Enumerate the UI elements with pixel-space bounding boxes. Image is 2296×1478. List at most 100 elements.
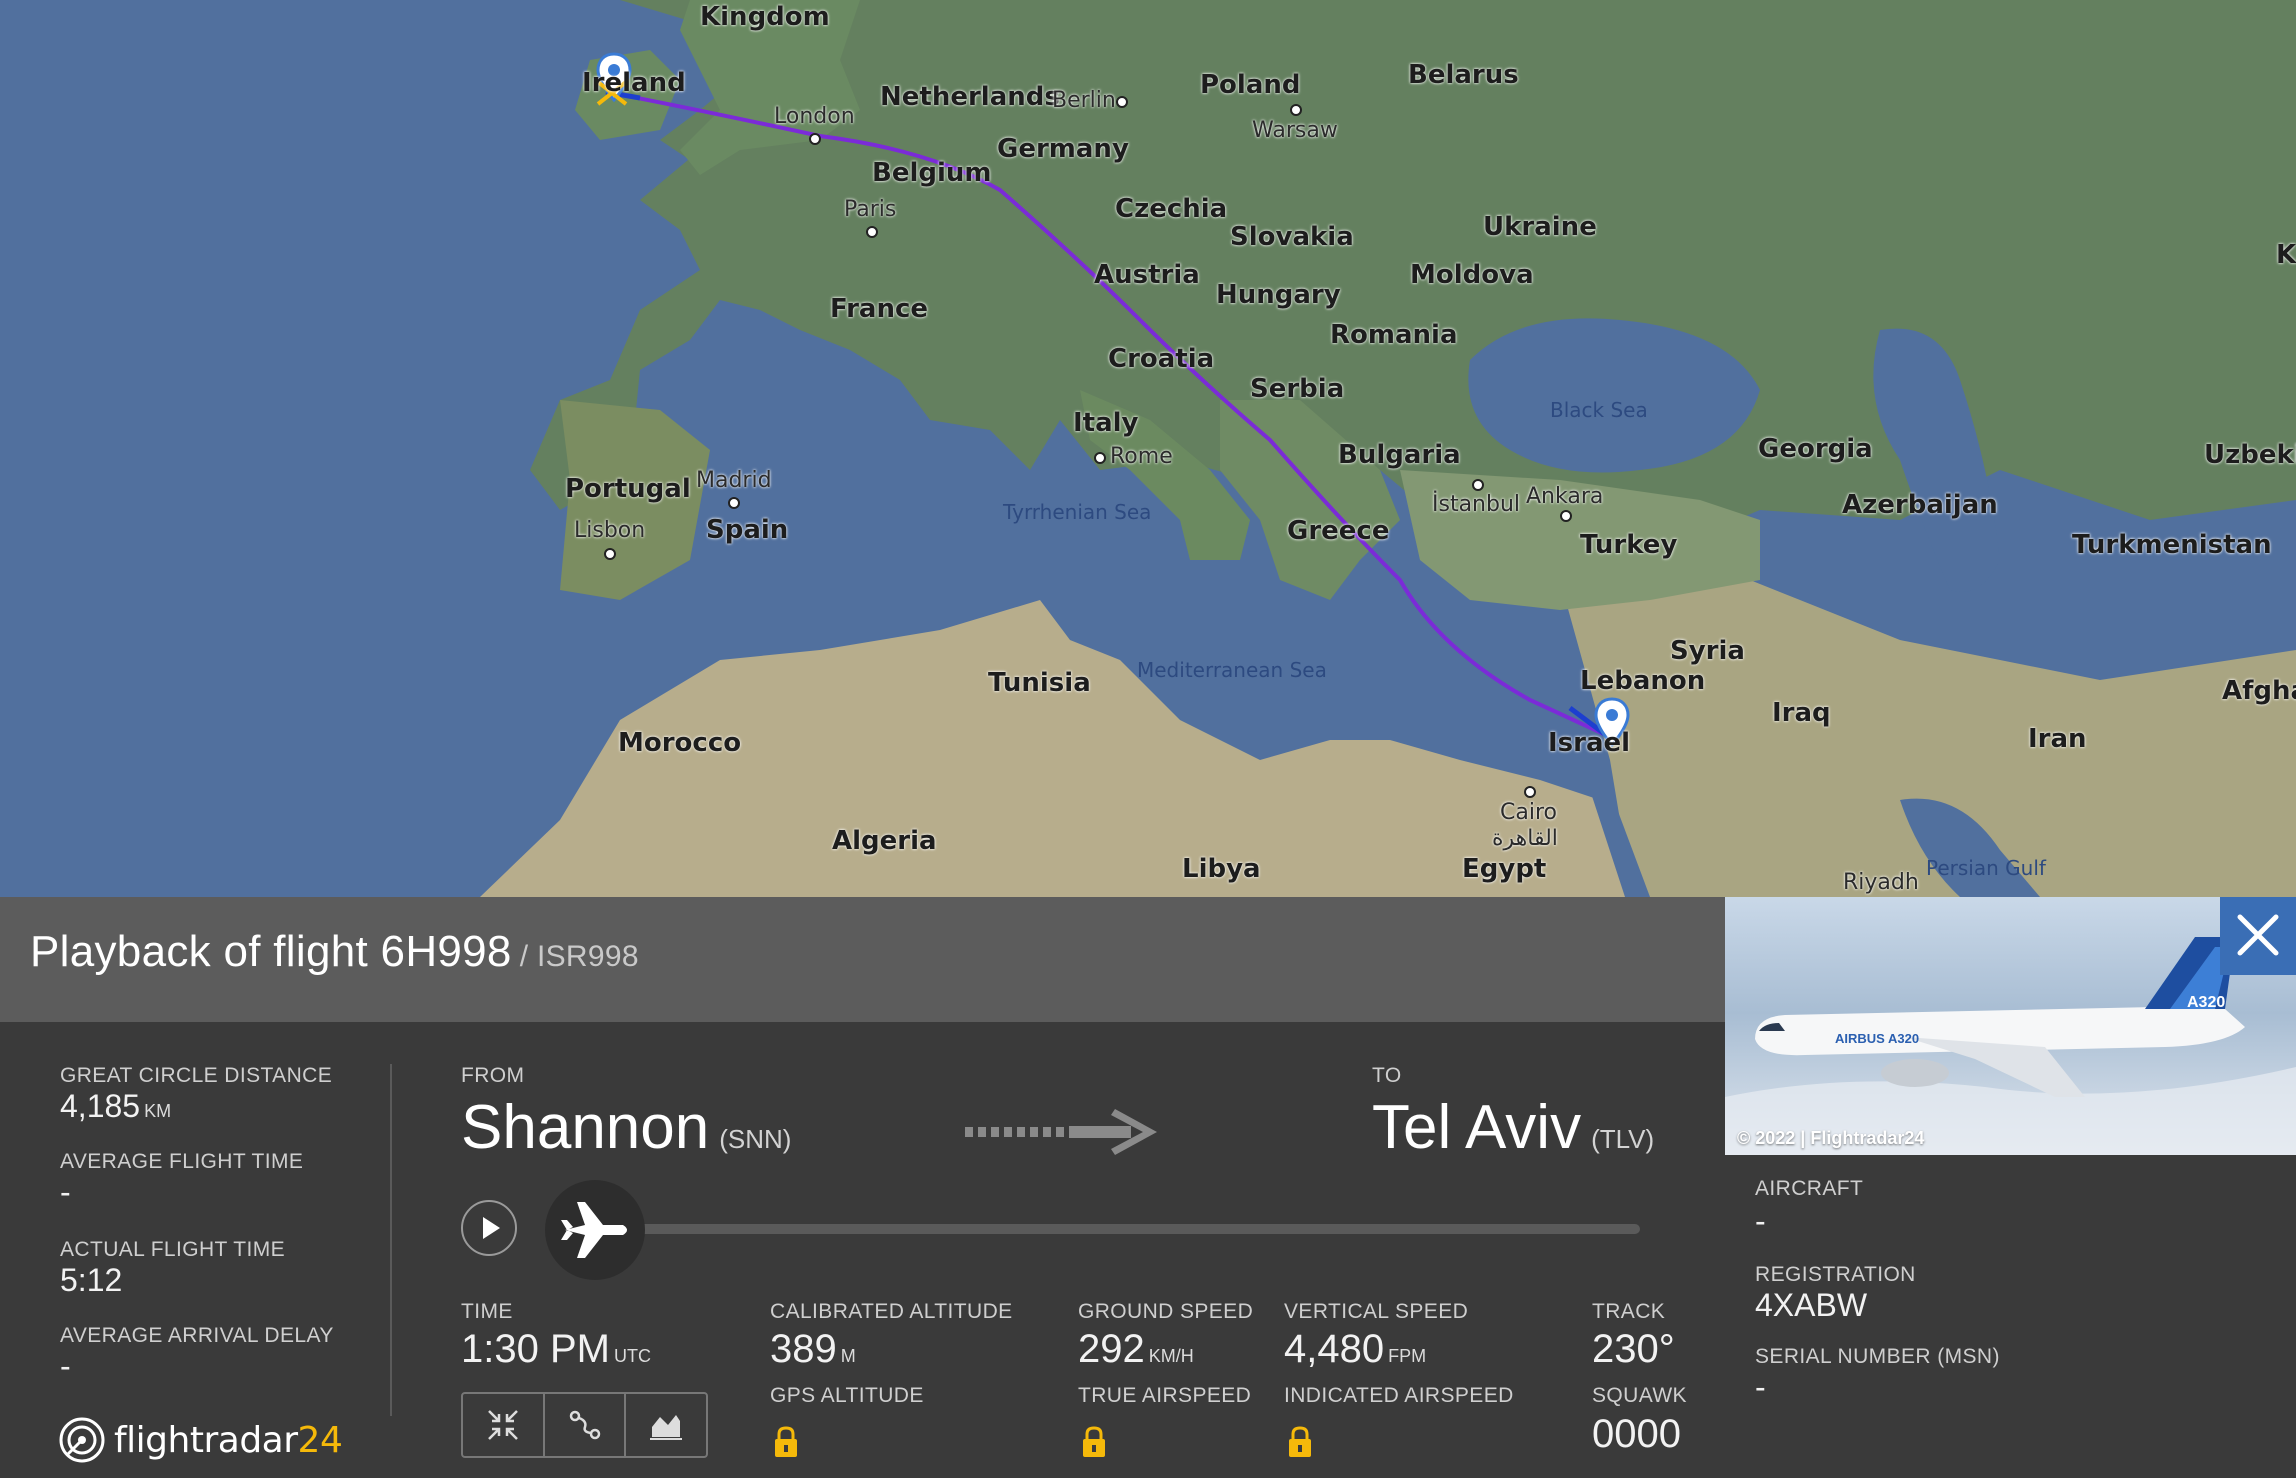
time-number: 1:30 PM bbox=[461, 1327, 610, 1371]
origin-code: (SNN) bbox=[719, 1124, 792, 1154]
indicated-airspeed-lock-icon[interactable] bbox=[1287, 1425, 1313, 1459]
tail-text: A320 bbox=[2187, 994, 2225, 1011]
map-label-hungary: Hungary bbox=[1216, 280, 1341, 310]
map-label-israel: Israel bbox=[1548, 728, 1631, 758]
distance-number: 4,185 bbox=[60, 1088, 141, 1124]
panel-divider bbox=[390, 1064, 392, 1416]
map-label-ireland: Ireland bbox=[582, 68, 686, 98]
true-airspeed-lock-icon[interactable] bbox=[1081, 1425, 1107, 1459]
city-dot bbox=[1560, 510, 1572, 522]
city-dot bbox=[728, 497, 740, 509]
calibrated-altitude-value: 389 M bbox=[770, 1327, 856, 1372]
actual-flight-time-value: 5:12 bbox=[60, 1262, 123, 1298]
map-label-iraq: Iraq bbox=[1772, 698, 1831, 728]
actual-flight-time-label: ACTUAL FLIGHT TIME bbox=[60, 1238, 286, 1261]
map-city-london: London bbox=[774, 104, 855, 129]
map-city-warsaw: Warsaw bbox=[1252, 118, 1338, 143]
playback-header: Playback of flight 6H998/ ISR998 bbox=[0, 897, 1725, 1022]
map-label-lebanon: Lebanon bbox=[1580, 666, 1706, 696]
map-sea-tyrrhenian: Tyrrhenian Sea bbox=[1003, 500, 1152, 524]
gps-altitude-label: GPS ALTITUDE bbox=[770, 1384, 924, 1407]
map-label-kingdom: Kingdom bbox=[700, 2, 830, 32]
route-arrow-icon bbox=[965, 1109, 1157, 1155]
map-label-libya: Libya bbox=[1182, 854, 1261, 884]
map-city-lisbon: Lisbon bbox=[574, 518, 646, 543]
map-label-afghanistan: Afgha bbox=[2222, 676, 2296, 706]
map-label-ukraine: Ukraine bbox=[1483, 212, 1597, 242]
map-label-belgium: Belgium bbox=[872, 158, 992, 188]
avg-flight-time-value: - bbox=[60, 1174, 71, 1210]
ground-speed-number: 292 bbox=[1078, 1327, 1145, 1371]
map-label-algeria: Algeria bbox=[832, 826, 937, 856]
registration-value: 4XABW bbox=[1755, 1287, 1868, 1323]
gps-altitude-lock-icon[interactable] bbox=[773, 1425, 799, 1459]
map-label-netherlands: Netherlands bbox=[880, 82, 1060, 112]
time-label: TIME bbox=[461, 1300, 513, 1323]
map-label-k: K bbox=[2276, 240, 2296, 270]
city-dot bbox=[1472, 479, 1484, 491]
flight-title: Playback of flight 6H998 bbox=[30, 927, 512, 976]
map-label-czechia: Czechia bbox=[1115, 194, 1228, 224]
track-label: TRACK bbox=[1592, 1300, 1666, 1323]
map-city-ankara: Ankara bbox=[1526, 484, 1604, 509]
map-label-bulgaria: Bulgaria bbox=[1338, 440, 1461, 470]
livery-text: AIRBUS A320 bbox=[1835, 1031, 1919, 1046]
map-label-italy: Italy bbox=[1073, 408, 1139, 438]
aircraft-photo[interactable]: AIRBUS A320 A320 © 2022 | Flightradar24 bbox=[1725, 897, 2296, 1155]
callsign: / ISR998 bbox=[519, 940, 639, 973]
aircraft-label: AIRCRAFT bbox=[1755, 1177, 1864, 1200]
squawk-value: 0000 bbox=[1592, 1412, 1681, 1456]
close-icon bbox=[2237, 914, 2279, 956]
play-icon bbox=[483, 1217, 500, 1239]
map-sea-black-sea: Black Sea bbox=[1550, 398, 1648, 422]
graph-view-button[interactable] bbox=[626, 1394, 706, 1456]
vertical-speed-unit: FPM bbox=[1388, 1346, 1427, 1366]
avg-arrival-delay-value: - bbox=[60, 1348, 71, 1384]
map-label-spain: Spain bbox=[706, 515, 789, 545]
distance-value: 4,185 KM bbox=[60, 1088, 171, 1125]
flightradar24-logo[interactable]: flightradar24 bbox=[58, 1414, 343, 1466]
map-sea-mediterranean: Mediterranean Sea bbox=[1137, 658, 1327, 682]
ground-speed-unit: KM/H bbox=[1148, 1346, 1194, 1366]
map-label-belarus: Belarus bbox=[1408, 60, 1519, 90]
flight-map[interactable]: Kingdom Ireland Netherlands Germany Belg… bbox=[0, 0, 2296, 897]
map-label-slovakia: Slovakia bbox=[1230, 222, 1354, 252]
indicated-airspeed-label: INDICATED AIRSPEED bbox=[1284, 1384, 1514, 1407]
map-city-berlin: Berlin bbox=[1052, 88, 1116, 113]
registration-label: REGISTRATION bbox=[1755, 1263, 1916, 1286]
distance-label: GREAT CIRCLE DISTANCE bbox=[60, 1064, 333, 1087]
map-label-portugal: Portugal bbox=[565, 474, 691, 504]
map-label-moldova: Moldova bbox=[1410, 260, 1534, 290]
play-button[interactable] bbox=[461, 1200, 517, 1256]
destination-city: Tel Aviv (TLV) bbox=[1372, 1092, 1654, 1163]
map-label-greece: Greece bbox=[1287, 516, 1390, 546]
map-label-iran: Iran bbox=[2028, 724, 2087, 754]
calibrated-altitude-unit: M bbox=[840, 1346, 856, 1366]
destination-code: (TLV) bbox=[1591, 1124, 1655, 1154]
map-label-morocco: Morocco bbox=[618, 728, 742, 758]
map-label-tunisia: Tunisia bbox=[988, 668, 1091, 698]
city-dot bbox=[1290, 104, 1302, 116]
squawk-label: SQUAWK bbox=[1592, 1384, 1687, 1407]
avg-flight-time-label: AVERAGE FLIGHT TIME bbox=[60, 1150, 304, 1173]
vertical-speed-value: 4,480 FPM bbox=[1284, 1327, 1426, 1372]
collapse-view-button[interactable] bbox=[463, 1394, 545, 1456]
destination-city-name: Tel Aviv bbox=[1372, 1093, 1582, 1162]
map-label-georgia: Georgia bbox=[1758, 434, 1873, 464]
map-label-poland: Poland bbox=[1200, 70, 1301, 100]
map-label-france: France bbox=[830, 294, 929, 324]
radar-logo-icon bbox=[59, 1417, 105, 1463]
city-dot bbox=[604, 548, 616, 560]
playback-timeline[interactable] bbox=[600, 1224, 1640, 1234]
calibrated-altitude-label: CALIBRATED ALTITUDE bbox=[770, 1300, 1013, 1323]
route-view-button[interactable] bbox=[545, 1394, 627, 1456]
city-dot bbox=[1116, 96, 1128, 108]
map-label-syria: Syria bbox=[1670, 636, 1745, 666]
city-dot bbox=[1524, 786, 1536, 798]
true-airspeed-label: TRUE AIRSPEED bbox=[1078, 1384, 1252, 1407]
map-label-romania: Romania bbox=[1330, 320, 1458, 350]
close-button[interactable] bbox=[2220, 897, 2296, 975]
playback-scrubber[interactable] bbox=[545, 1180, 645, 1280]
route-icon bbox=[569, 1410, 600, 1440]
city-dot bbox=[1094, 452, 1106, 464]
